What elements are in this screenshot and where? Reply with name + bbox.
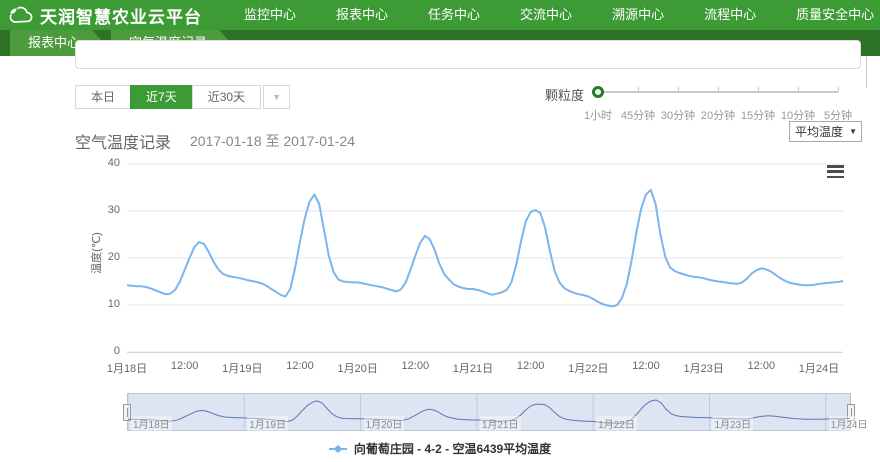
main-nav: 监控中心报表中心任务中心交流中心溯源中心流程中心质量安全中心农情资讯中心 bbox=[224, 0, 880, 30]
nav-item-5[interactable]: 流程中心 bbox=[684, 0, 776, 30]
x-tick-label: 1月19日 bbox=[222, 363, 263, 375]
collapsed-filter-panel bbox=[75, 40, 861, 69]
chart-legend: 向葡萄庄园 - 4-2 - 空温6439平均温度 bbox=[0, 440, 880, 457]
metric-select[interactable]: 平均温度 ▼ bbox=[789, 121, 862, 142]
date-range-button-group: 本日 近7天 近30天 ▼ bbox=[75, 85, 291, 109]
chart-navigator[interactable]: 1月18日 1月19日 1月20日 1月21日 1月22日 1月23日 1月24日 bbox=[123, 393, 870, 431]
y-tick-label: 30 bbox=[107, 204, 120, 216]
metric-select-value: 平均温度 bbox=[795, 125, 844, 139]
nav-item-1[interactable]: 报表中心 bbox=[316, 0, 408, 30]
slider-tick bbox=[758, 87, 759, 92]
range-button-1[interactable]: 近7天 bbox=[130, 85, 193, 109]
navigator-tick-label: 1月22日 bbox=[596, 416, 637, 431]
date-range-text: 2017-01-18 至 2017-01-24 bbox=[190, 133, 356, 149]
chevron-down-icon: ▼ bbox=[272, 92, 282, 102]
page: 天润智慧农业云平台 监控中心 报表中心 任务中心 交流中心 溯源中心 流程中心 质量安全中心… bbox=[0, 0, 880, 462]
temperature-chart: 温度(℃) 0 10 20 30 40 1月18日 12:00 1月19日 12:00 1月20日… bbox=[0, 155, 880, 385]
slider-label-1: 45分钟 bbox=[620, 110, 656, 122]
nav-item-4[interactable]: 溯源中心 bbox=[592, 0, 684, 30]
slider-tick bbox=[718, 87, 719, 92]
granularity-control: 颗粒度 1小时 45分钟 30分钟 20分钟 15分钟 10分钟 5分钟 bbox=[545, 82, 865, 122]
granularity-label: 颗粒度 bbox=[545, 88, 585, 103]
app-title: 天润智慧农业云平台 bbox=[40, 7, 202, 27]
slider-label-4: 15分钟 bbox=[740, 110, 776, 122]
x-tick-label: 12:00 bbox=[516, 360, 545, 372]
x-tick-label: 12:00 bbox=[632, 360, 660, 372]
y-tick-label: 0 bbox=[113, 345, 120, 357]
nav-item-6[interactable]: 质量安全中心 bbox=[776, 0, 880, 30]
x-tick-label: 1月21日 bbox=[452, 363, 494, 375]
nav-item-2[interactable]: 任务中心 bbox=[408, 0, 500, 30]
series-marker-icon bbox=[328, 444, 347, 454]
x-tick-label: 1月23日 bbox=[683, 363, 724, 375]
x-tick-label: 12:00 bbox=[401, 360, 430, 372]
range-button-2[interactable]: 近30天 bbox=[191, 85, 262, 109]
navigator-tick-label: 1月19日 bbox=[247, 416, 288, 431]
x-tick-label: 12:00 bbox=[286, 360, 314, 372]
y-tick-label: 40 bbox=[107, 157, 120, 169]
nav-item-0[interactable]: 监控中心 bbox=[224, 0, 316, 30]
range-dropdown-button[interactable]: ▼ bbox=[263, 85, 291, 109]
range-button-0[interactable]: 本日 bbox=[75, 85, 132, 109]
y-tick-label: 10 bbox=[107, 298, 120, 310]
chevron-down-icon: ▼ bbox=[849, 127, 857, 136]
scrollbar-hint bbox=[866, 56, 867, 88]
navigator-tick-label: 1月23日 bbox=[712, 416, 754, 431]
cloud-leaf-logo-icon bbox=[9, 6, 33, 23]
x-tick-label: 12:00 bbox=[747, 360, 776, 372]
x-tick-label: 1月22日 bbox=[568, 363, 609, 375]
granularity-slider-track[interactable]: 1小时 45分钟 30分钟 20分钟 15分钟 10分钟 5分钟 bbox=[584, 86, 852, 122]
x-tick-label: 1月18日 bbox=[106, 363, 148, 375]
navigator-tick-label: 1月21日 bbox=[479, 416, 521, 431]
navigator-tick-label: 1月24日 bbox=[828, 416, 870, 431]
slider-tick bbox=[798, 87, 799, 92]
slider-tick bbox=[838, 87, 839, 92]
navigator-tick-label: 1月20日 bbox=[363, 416, 405, 431]
nav-item-3[interactable]: 交流中心 bbox=[500, 0, 592, 30]
top-header-bar: 天润智慧农业云平台 监控中心 报表中心 任务中心 交流中心 溯源中心 流程中心 质量安全中心… bbox=[0, 0, 880, 30]
legend-item[interactable]: 向葡萄庄园 - 4-2 - 空温6439平均温度 bbox=[328, 440, 552, 457]
granularity-slider-handle[interactable] bbox=[592, 86, 604, 98]
slider-tick bbox=[678, 87, 679, 92]
navigator-tick-label: 1月18日 bbox=[131, 416, 172, 431]
slider-tick bbox=[638, 87, 639, 92]
x-tick-label: 12:00 bbox=[170, 360, 199, 372]
x-tick-label: 1月24日 bbox=[798, 363, 840, 375]
slider-label-3: 20分钟 bbox=[700, 110, 736, 122]
slider-label-0: 1小时 bbox=[583, 110, 613, 122]
y-tick-label: 20 bbox=[107, 251, 120, 263]
x-tick-label: 1月20日 bbox=[337, 363, 378, 375]
chart-plot-area bbox=[127, 163, 843, 353]
slider-label-2: 30分钟 bbox=[660, 110, 696, 122]
app-logo[interactable]: 天润智慧农业云平台 bbox=[0, 3, 202, 28]
page-title: 空气温度记录 bbox=[75, 135, 172, 152]
series-name: 向葡萄庄园 - 4-2 - 空温6439平均温度 bbox=[353, 442, 552, 456]
